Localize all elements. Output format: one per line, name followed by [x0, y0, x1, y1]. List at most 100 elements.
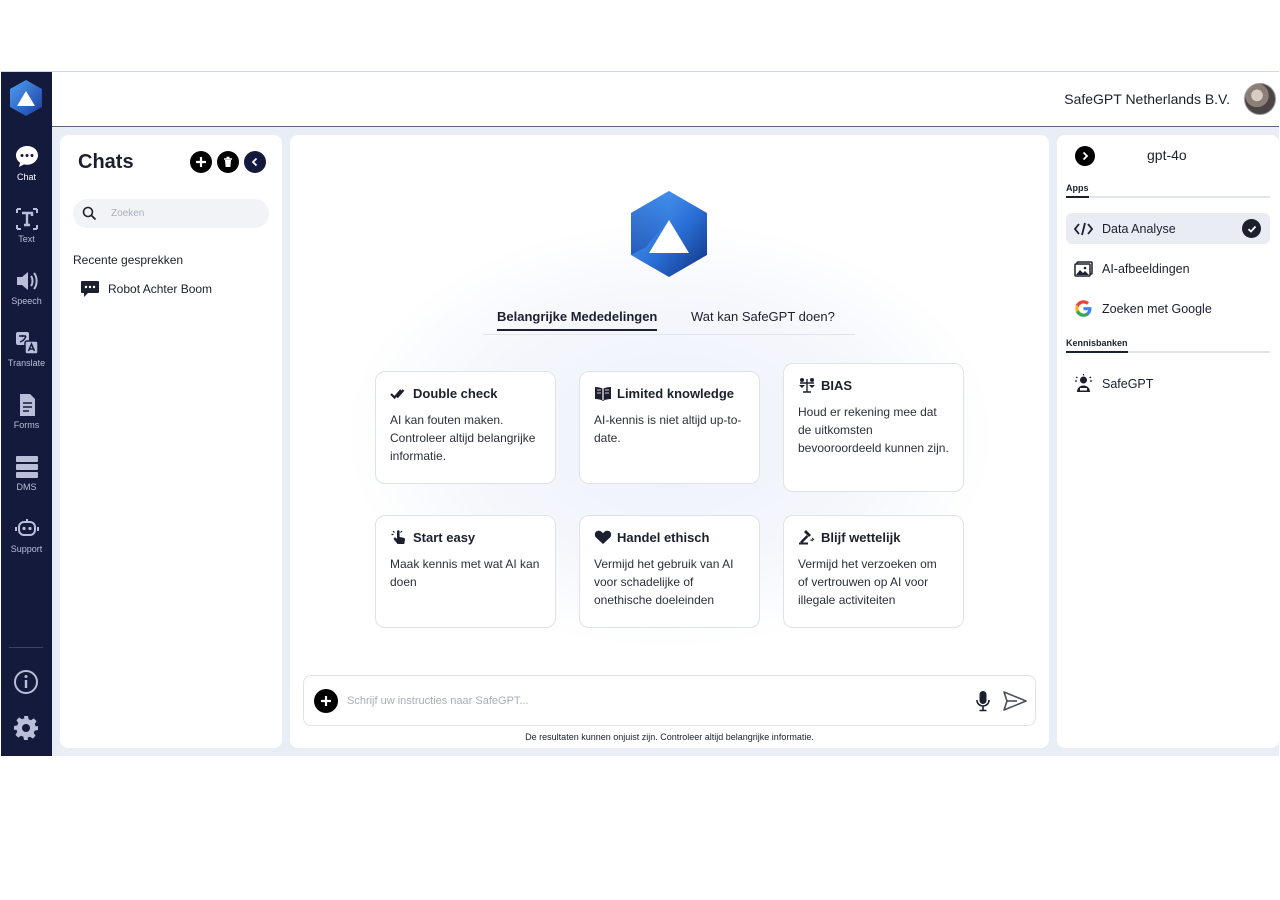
send-icon[interactable]	[1002, 689, 1028, 713]
code-icon	[1074, 222, 1093, 235]
database-icon	[15, 456, 38, 478]
heart-icon	[594, 530, 612, 544]
rail-item-support[interactable]: Support	[1, 516, 52, 574]
form-document-icon	[19, 394, 35, 416]
rail-label: Translate	[7, 358, 46, 368]
organization-name: SafeGPT Netherlands B.V.	[1064, 91, 1230, 107]
chevron-left-icon	[251, 157, 258, 167]
google-icon	[1075, 300, 1092, 317]
microphone-icon[interactable]	[974, 689, 992, 713]
app-frame: Chat Text Speech Translate Forms DMS Sup…	[1, 71, 1279, 756]
translate-icon	[15, 332, 39, 355]
gear-icon[interactable]	[13, 715, 39, 741]
card-title: Handel ethisch	[617, 529, 710, 545]
rail-label: DMS	[16, 482, 37, 492]
card-body: Houd er rekening mee dat de uitkomsten b…	[798, 405, 949, 455]
notice-card: Limited knowledge AI-kennis is niet alti…	[579, 371, 760, 484]
app-label: Data Analyse	[1102, 221, 1176, 236]
message-input[interactable]	[347, 692, 947, 710]
tap-hand-icon	[391, 530, 406, 544]
rail-item-dms[interactable]: DMS	[1, 454, 52, 512]
nav-rail: Chat Text Speech Translate Forms DMS Sup…	[1, 72, 52, 756]
app-ai-afbeeldingen[interactable]: AI-afbeeldingen	[1066, 253, 1270, 284]
tab-belangrijke-mededelingen[interactable]: Belangrijke Mededelingen	[497, 309, 658, 331]
rail-item-speech[interactable]: Speech	[1, 268, 52, 326]
rail-item-forms[interactable]: Forms	[1, 392, 52, 450]
chevron-right-icon	[1082, 151, 1089, 161]
chats-panel: Chats Recente gesprekken Robot Achter Bo…	[60, 135, 282, 748]
expand-panel-button[interactable]	[1075, 146, 1095, 166]
card-body: Vermijd het gebruik van AI voor schadeli…	[594, 557, 734, 607]
app-data-analyse[interactable]: Data Analyse	[1066, 213, 1270, 244]
card-title: Double check	[413, 385, 498, 401]
app-label: AI-afbeeldingen	[1102, 261, 1190, 276]
attach-button[interactable]	[314, 689, 338, 713]
card-body: Vermijd het verzoeken om of vertrouwen o…	[798, 557, 937, 607]
card-title: Blijf wettelijk	[821, 529, 901, 545]
delete-chats-button[interactable]	[217, 151, 239, 173]
apps-heading: Apps	[1066, 183, 1270, 198]
search-input[interactable]	[111, 205, 261, 222]
new-chat-button[interactable]	[190, 151, 212, 173]
rail-divider	[9, 647, 43, 648]
rail-item-text[interactable]: Text	[1, 206, 52, 264]
scale-people-icon	[799, 378, 815, 393]
main-panel: Belangrijke Mededelingen Wat kan SafeGPT…	[290, 135, 1049, 748]
card-title: BIAS	[821, 377, 853, 393]
model-selector[interactable]: gpt-4o	[1147, 147, 1187, 163]
rail-label: Text	[18, 234, 35, 244]
top-bar: SafeGPT Netherlands B.V.	[52, 72, 1279, 127]
notice-card: Double check AI kan fouten maken. Contro…	[375, 371, 556, 484]
plus-icon	[321, 696, 331, 706]
trash-icon	[224, 156, 232, 167]
card-title: Start easy	[413, 529, 476, 545]
chats-title: Chats	[78, 151, 134, 173]
chat-actions	[190, 151, 266, 173]
plus-icon	[196, 157, 206, 167]
app-label: Zoeken met Google	[1102, 301, 1212, 316]
double-check-icon	[390, 389, 405, 400]
safegpt-hero-logo	[631, 191, 707, 277]
rail-label: Support	[10, 544, 43, 554]
rail-item-translate[interactable]: Translate	[1, 330, 52, 388]
knowledge-person-icon	[1075, 374, 1092, 392]
app-zoeken-met-google[interactable]: Zoeken met Google	[1066, 293, 1270, 324]
card-body: AI-kennis is niet altijd up-to-date.	[594, 413, 742, 445]
message-composer	[303, 675, 1036, 726]
gavel-icon	[799, 530, 815, 545]
card-body: AI kan fouten maken. Controleer altijd b…	[390, 413, 536, 463]
rail-item-chat[interactable]: Chat	[1, 144, 52, 202]
notice-card: Start easy Maak kennis met wat AI kan do…	[375, 515, 556, 628]
chat-bubble-icon	[81, 281, 99, 297]
speaker-icon	[16, 272, 38, 290]
conversation-title: Robot Achter Boom	[108, 282, 213, 296]
card-title: Limited knowledge	[617, 385, 735, 401]
knowledge-base-safegpt[interactable]: SafeGPT	[1066, 368, 1270, 399]
avatar[interactable]	[1244, 83, 1276, 115]
support-robot-icon	[14, 519, 39, 536]
recent-heading: Recente gesprekken	[73, 253, 184, 267]
conversation-item[interactable]: Robot Achter Boom	[80, 280, 212, 298]
apps-heading-label: Apps	[1066, 183, 1089, 198]
notice-card: BIAS Houd er rekening mee dat de uitkoms…	[783, 363, 964, 492]
knowledge-bases-heading-label: Kennisbanken	[1066, 338, 1128, 353]
image-icon	[1074, 260, 1093, 277]
rail-label: Speech	[11, 296, 42, 306]
collapse-chats-button[interactable]	[244, 151, 266, 173]
settings-panel: gpt-4o Apps Data Analyse AI-afbeeldingen…	[1057, 135, 1279, 748]
search-icon	[82, 206, 97, 221]
rail-label: Chat	[16, 172, 36, 182]
info-tabs: Belangrijke Mededelingen Wat kan SafeGPT…	[483, 309, 855, 335]
rail-label: Forms	[13, 420, 40, 430]
tab-wat-kan-safegpt[interactable]: Wat kan SafeGPT doen?	[691, 309, 835, 329]
notice-card: Blijf wettelijk Vermijd het verzoeken om…	[783, 515, 964, 628]
chat-search	[73, 199, 269, 228]
knowledge-base-label: SafeGPT	[1102, 376, 1154, 391]
notice-card: Handel ethisch Vermijd het gebruik van A…	[579, 515, 760, 628]
safegpt-logo-icon[interactable]	[6, 78, 46, 118]
info-icon[interactable]	[13, 669, 39, 695]
selected-check-icon	[1242, 219, 1261, 238]
card-body: Maak kennis met wat AI kan doen	[390, 557, 540, 589]
knowledge-bases-heading: Kennisbanken	[1066, 338, 1270, 353]
chat-bubble-icon	[15, 146, 38, 167]
